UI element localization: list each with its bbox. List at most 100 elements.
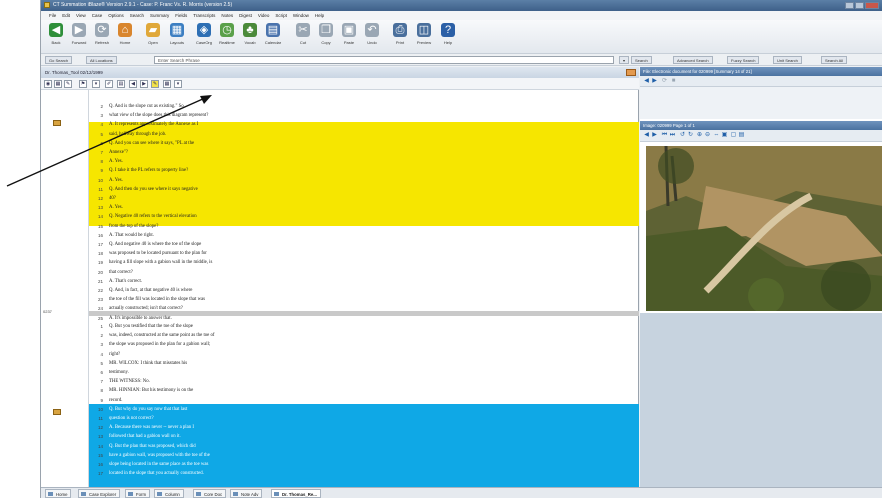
view-icon[interactable]: ◉: [44, 80, 52, 88]
transcript-line[interactable]: 14 Q. Negative 40 refers to the vertical…: [89, 213, 639, 221]
transcript-line[interactable]: 23 the toe of the fill was located in the…: [89, 296, 639, 304]
realtime-button[interactable]: ◷ Realtime: [216, 23, 238, 51]
menu-script[interactable]: Script: [275, 11, 287, 20]
fit-page-icon[interactable]: ▣: [721, 132, 728, 139]
menu-case[interactable]: Case: [92, 11, 103, 20]
refresh-button[interactable]: ⟳ Refresh: [91, 23, 113, 51]
open-button[interactable]: ▰ Open: [142, 23, 164, 51]
calendar-button[interactable]: ▤ Calendar: [262, 23, 284, 51]
vocab-button[interactable]: ♣ Vocab: [239, 23, 261, 51]
transcript-line[interactable]: 11 Q. And then do you see where it says …: [89, 186, 639, 194]
menu-fields[interactable]: Fields: [175, 11, 187, 20]
preview-button[interactable]: ◫ Preview: [413, 23, 435, 51]
search-button[interactable]: Search: [631, 56, 652, 64]
transcript-line[interactable]: 13 A. Yes.: [89, 204, 639, 212]
menu-notes[interactable]: Notes: [221, 11, 233, 20]
annotate-icon[interactable]: ✐: [105, 80, 113, 88]
refresh-icon[interactable]: ⟳: [661, 78, 668, 85]
print-icon[interactable]: ▤: [738, 132, 745, 139]
transcript-line[interactable]: 8 MR. HINNIAN: But his testimony is on t…: [89, 387, 639, 395]
issue-icon[interactable]: ⚑: [79, 80, 87, 88]
status-tab-case-explorer[interactable]: Case Explorer: [78, 489, 121, 498]
minimize-button[interactable]: [845, 2, 854, 9]
menu-video[interactable]: Video: [258, 11, 269, 20]
status-tab-form[interactable]: Form: [125, 489, 151, 498]
transcript-line[interactable]: 13 followed that had a gabion wall on it.: [89, 433, 639, 441]
undo-button[interactable]: ↶ Undo: [361, 23, 383, 51]
transcript-line[interactable]: 9 Q. I take it the PL refers to property…: [89, 167, 639, 175]
menu-digest[interactable]: Digest: [239, 11, 252, 20]
transcript-line[interactable]: 15 from the top of the slope?: [89, 223, 639, 231]
transcript-line[interactable]: 16 slope being located in the same place …: [89, 461, 639, 469]
zoom-in-icon[interactable]: ⊕: [696, 132, 703, 139]
transcript-line[interactable]: 3 the slope was proposed in the plan for …: [89, 341, 639, 349]
transcript-line[interactable]: 12 A. Because there was never -- never a…: [89, 424, 639, 432]
transcript-line[interactable]: 5 MR. WILCOX: I think that misstates his: [89, 360, 639, 368]
first-page-icon[interactable]: ⏮: [661, 132, 668, 139]
highlight-icon[interactable]: ✎: [151, 80, 159, 88]
transcript-line[interactable]: 8 A. Yes.: [89, 158, 639, 166]
fuzzy-search-button[interactable]: Fuzzy Search: [727, 56, 760, 64]
print-icon[interactable]: ▤: [117, 80, 125, 88]
fit-width-icon[interactable]: ⇔: [713, 132, 720, 139]
transcript-close-button[interactable]: [626, 69, 636, 76]
transcript-line[interactable]: 12 40?: [89, 195, 639, 203]
transcript-line[interactable]: 2 Q. And is the slope cut as existing." …: [89, 103, 639, 111]
advanced-search-button[interactable]: Advanced Search: [673, 56, 713, 64]
back-arrow-icon[interactable]: ◀: [643, 78, 650, 85]
status-tab-home[interactable]: Home: [45, 489, 72, 498]
help-button[interactable]: ? Help: [437, 23, 459, 51]
cut-button[interactable]: ✂ Cut: [292, 23, 314, 51]
copy-button[interactable]: ❐ Copy: [315, 23, 337, 51]
menu-view[interactable]: View: [76, 11, 86, 20]
options-dropdown-icon[interactable]: ▾: [174, 80, 182, 88]
menu-help[interactable]: Help: [315, 11, 324, 20]
transcript-line[interactable]: 4 A. It represents approximately the Ann…: [89, 121, 639, 129]
layout-icon[interactable]: ▦: [54, 80, 62, 88]
status-tab-core-doc[interactable]: Core Doc: [193, 489, 227, 498]
search-dropdown-button[interactable]: ▾: [619, 56, 630, 64]
transcript-line[interactable]: 21 A. That's correct.: [89, 278, 639, 286]
menu-file[interactable]: File: [49, 11, 56, 20]
status-tab-column[interactable]: Column: [154, 489, 184, 498]
transcript-line[interactable]: 3 what view of the slope does this diagra…: [89, 112, 639, 120]
previous-icon[interactable]: ◀: [129, 80, 137, 88]
transcript-line[interactable]: 14 Q. But the plan that was proposed, wh…: [89, 443, 639, 451]
caseorg-button[interactable]: ◈ CaseOrg: [193, 23, 215, 51]
transcript-line[interactable]: 6 testimony.: [89, 369, 639, 377]
rotate-left-icon[interactable]: ↺: [679, 132, 686, 139]
back-button[interactable]: ◀ Back: [45, 23, 67, 51]
transcript-line[interactable]: 6 Q. And you can see where it says, "PL …: [89, 140, 639, 148]
menu-edit[interactable]: Edit: [62, 11, 70, 20]
maximize-button[interactable]: [855, 2, 864, 9]
transcript-line[interactable]: 11 question is not correct?: [89, 415, 639, 423]
next-icon[interactable]: ▶: [140, 80, 148, 88]
all-locations-button[interactable]: All Locations: [86, 56, 117, 64]
search-input[interactable]: Enter Search Phrase: [154, 56, 614, 64]
page-icon[interactable]: ▢: [730, 132, 737, 139]
transcript-line[interactable]: 10 A. Yes.: [89, 177, 639, 185]
menu-summary[interactable]: Summary: [150, 11, 169, 20]
forward-arrow-icon[interactable]: ▶: [651, 132, 658, 139]
transcript-line[interactable]: 4 right?: [89, 351, 639, 359]
note-icon[interactable]: [53, 120, 61, 126]
transcript-line[interactable]: 22 Q. And, in fact, at that negative 40 …: [89, 287, 639, 295]
zoom-out-icon[interactable]: ⊖: [704, 132, 711, 139]
transcript-line[interactable]: 1 Q. But you testified that the toe of t…: [89, 323, 639, 331]
rotate-right-icon[interactable]: ↻: [687, 132, 694, 139]
layouts-button[interactable]: ▦ Layouts: [166, 23, 188, 51]
transcript-line[interactable]: 18 was proposed to be located pursuant to…: [89, 250, 639, 258]
menu-transcripts[interactable]: Transcripts: [193, 11, 215, 20]
transcript-line[interactable]: 7 THE WITNESS: No.: [89, 378, 639, 386]
transcript-line[interactable]: 20 that correct?: [89, 269, 639, 277]
menu-options[interactable]: Options: [108, 11, 124, 20]
paste-button[interactable]: ▣ Paste: [338, 23, 360, 51]
notes-icon[interactable]: ✎: [64, 80, 72, 88]
note-icon[interactable]: [53, 409, 61, 415]
back-arrow-icon[interactable]: ◀: [643, 132, 650, 139]
options-icon[interactable]: ▦: [163, 80, 171, 88]
last-page-icon[interactable]: ⏭: [669, 132, 676, 139]
transcript-line[interactable]: 17 Q. And negative 40 is where the toe o…: [89, 241, 639, 249]
transcript-line[interactable]: 7 Annexe"?: [89, 149, 639, 157]
transcript-line[interactable]: 9 record.: [89, 397, 639, 405]
